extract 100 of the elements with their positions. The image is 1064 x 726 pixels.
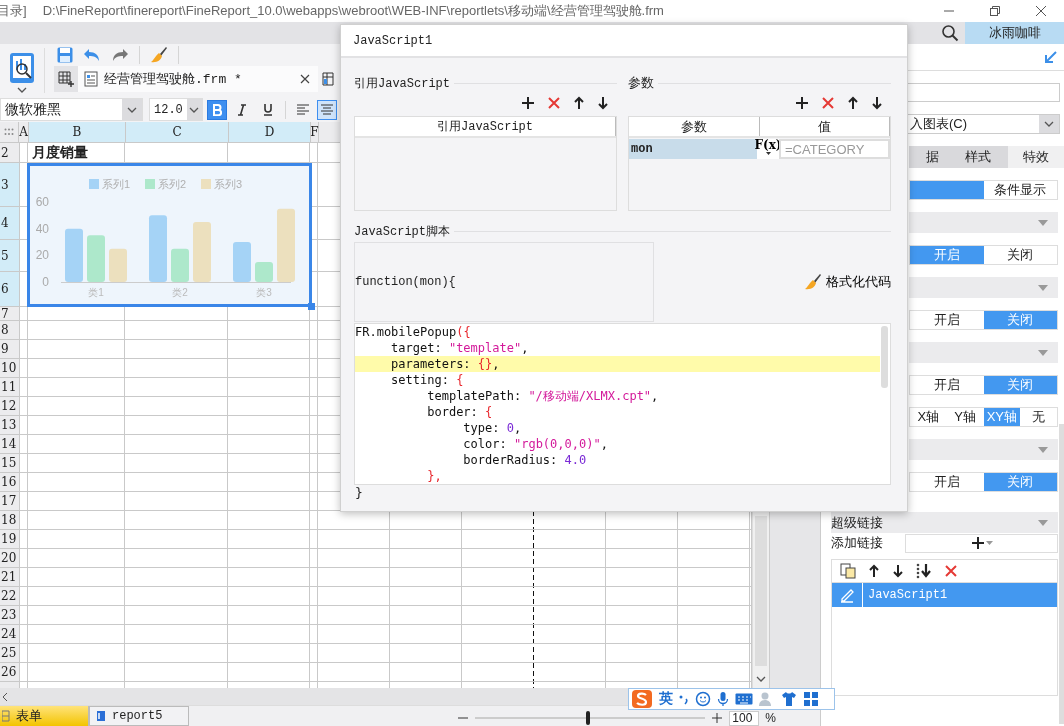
row-header[interactable]: 18 — [0, 511, 20, 530]
column-header[interactable]: 参数 — [629, 117, 760, 136]
undo-icon[interactable] — [83, 47, 101, 63]
move-up-icon[interactable] — [573, 96, 585, 110]
file-tab[interactable]: 经营管理驾驶舱.frm * — [78, 66, 318, 92]
row-header[interactable]: 8 — [0, 321, 20, 340]
move-down-icon[interactable] — [871, 96, 883, 110]
row-header[interactable]: 14 — [0, 435, 20, 454]
code-line[interactable]: border: { — [355, 404, 880, 420]
font-size-select[interactable]: 12.0 — [149, 98, 203, 121]
format-code-button[interactable]: 格式化代码 — [804, 273, 891, 291]
row-header[interactable]: 25 — [0, 644, 20, 663]
report-logo-icon[interactable] — [9, 52, 35, 84]
delete-icon[interactable] — [944, 564, 958, 578]
close-tab-icon[interactable] — [300, 74, 310, 84]
toggle-option[interactable] — [910, 181, 984, 199]
row-header[interactable]: 13 — [0, 416, 20, 435]
code-line[interactable]: FR.mobilePopup({ — [355, 324, 880, 340]
row-header[interactable]: 10 — [0, 359, 20, 378]
move-down-icon[interactable] — [597, 96, 609, 110]
column-header[interactable]: 引用JavaScript — [355, 117, 616, 136]
row-header[interactable]: 6 — [0, 272, 20, 307]
move-to-bottom-icon[interactable] — [916, 563, 932, 579]
zoom-in-icon[interactable] — [711, 712, 724, 724]
caret-icon[interactable] — [127, 106, 137, 113]
add-link-label: 添加链接 — [831, 534, 883, 552]
align-center-button[interactable] — [317, 99, 337, 120]
row-header[interactable]: 12 — [0, 397, 20, 416]
code-line[interactable]: templatePath: "/移动端/XLMX.cpt", — [355, 388, 880, 404]
row-header[interactable]: 2 — [0, 143, 20, 163]
row-header[interactable]: 23 — [0, 606, 20, 625]
column-header[interactable]: D — [229, 122, 311, 143]
restore-icon — [989, 5, 1001, 17]
axis-tick-label: 40 — [35, 221, 49, 236]
copy-icon[interactable] — [840, 563, 856, 579]
move-down-icon[interactable] — [892, 564, 904, 578]
slider-thumb[interactable] — [586, 711, 590, 725]
delete-icon[interactable] — [821, 96, 835, 110]
name-field[interactable] — [907, 83, 1060, 102]
section-header[interactable]: 超级链接 — [831, 512, 1058, 533]
bold-button[interactable] — [207, 99, 227, 120]
scroll-left-icon[interactable] — [2, 691, 8, 702]
dropdown-caret-icon[interactable] — [17, 87, 27, 93]
scrollbar-thumb[interactable] — [881, 326, 888, 388]
user-name[interactable]: 冰雨咖啡 — [965, 22, 1064, 44]
row-header[interactable]: 22 — [0, 587, 20, 606]
row-header[interactable]: 9 — [0, 340, 20, 359]
panel-tab[interactable]: 样式 — [946, 146, 1009, 168]
delete-icon[interactable] — [547, 96, 561, 110]
brush-icon[interactable] — [150, 46, 168, 64]
column-header[interactable]: 值 — [759, 117, 890, 136]
code-line[interactable]: type: 0, — [355, 420, 880, 436]
scrollbar-thumb[interactable] — [755, 516, 767, 666]
scrollbar-thumb[interactable] — [1059, 424, 1064, 724]
row-header[interactable]: 15 — [0, 454, 20, 473]
sheet-tab[interactable]: report5 — [89, 706, 189, 726]
font-select[interactable]: 微软雅黑 — [0, 98, 143, 121]
row-header[interactable]: 17 — [0, 492, 20, 511]
redo-icon[interactable] — [111, 47, 129, 63]
panel-tab[interactable]: 据 — [909, 146, 947, 168]
caret-icon[interactable] — [1044, 121, 1054, 127]
row-header[interactable]: 24 — [0, 625, 20, 644]
search-icon[interactable] — [941, 24, 959, 42]
row-header[interactable]: 26 — [0, 663, 20, 682]
move-up-icon[interactable] — [847, 96, 859, 110]
row-header[interactable]: 4 — [0, 207, 20, 240]
chart-select[interactable]: 入图表(C) — [907, 114, 1060, 134]
code-line[interactable]: setting: { — [355, 372, 880, 388]
row-header[interactable]: 7 — [0, 307, 20, 321]
move-up-icon[interactable] — [868, 564, 880, 578]
legend-label: 系列3 — [214, 178, 243, 190]
column-header[interactable]: B — [29, 122, 126, 143]
sheet-tab[interactable]: 表单 — [0, 706, 89, 726]
resize-handle[interactable] — [308, 303, 315, 310]
panel-tab[interactable]: 特效 — [1008, 146, 1064, 168]
zoom-field[interactable]: 100 — [729, 710, 760, 726]
add-icon[interactable] — [970, 536, 985, 550]
caret-icon[interactable] — [189, 106, 200, 113]
code-editor[interactable]: FR.mobilePopup({ target: "template", parameters: {}, setting: { templatePath: "/移动端/XLMX.cpt", border: { type: 0, color: "rgb(0,0,0)", borderRadius: 4.0 }, — [354, 323, 891, 485]
row-header[interactable]: 5 — [0, 240, 20, 272]
code-line[interactable]: color: "rgb(0,0,0)", — [355, 436, 880, 452]
column-header[interactable]: C — [126, 122, 229, 143]
save-icon[interactable] — [57, 47, 73, 63]
code-line[interactable]: }, — [355, 468, 880, 484]
row-header[interactable]: 19 — [0, 530, 20, 549]
add-icon[interactable] — [795, 96, 809, 110]
edit-icon[interactable] — [839, 587, 855, 603]
row-header[interactable]: 16 — [0, 473, 20, 492]
add-icon[interactable] — [521, 96, 535, 110]
collapse-arrow-icon[interactable] — [1044, 50, 1058, 64]
code-line[interactable]: target: "template", — [355, 340, 880, 356]
scroll-down-icon[interactable] — [756, 676, 766, 682]
form-icon — [2, 710, 10, 722]
code-line[interactable]: borderRadius: 4.0 — [355, 452, 880, 468]
row-header[interactable]: 3 — [0, 163, 20, 207]
row-header[interactable]: 20 — [0, 549, 20, 568]
row-header[interactable]: 11 — [0, 378, 20, 397]
form-tab-icon[interactable] — [322, 72, 334, 86]
row-header[interactable]: 21 — [0, 568, 20, 587]
new-grid-icon[interactable] — [58, 71, 74, 87]
